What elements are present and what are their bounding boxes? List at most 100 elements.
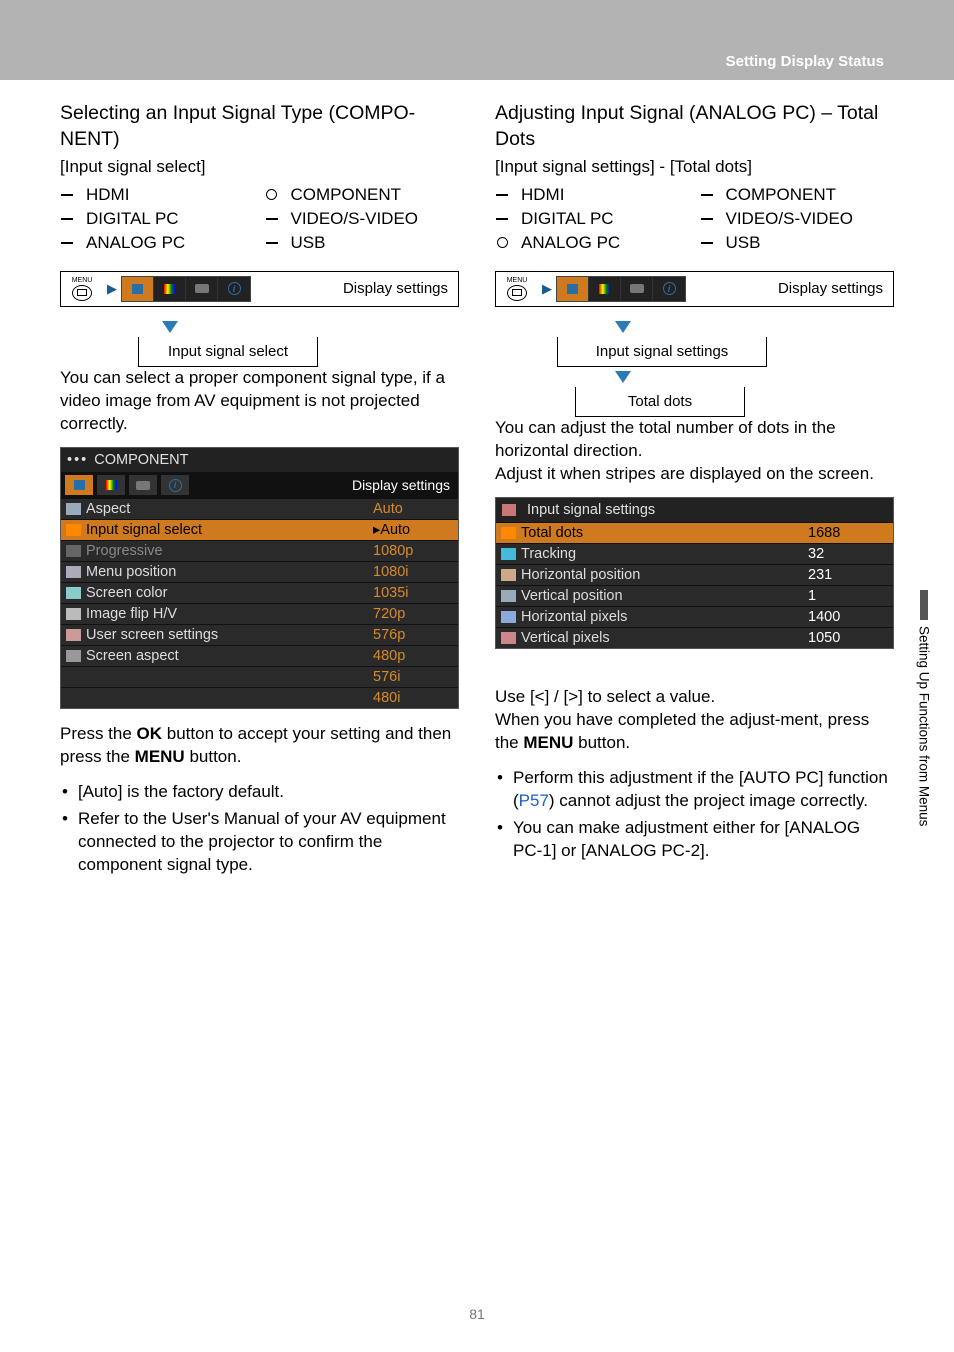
menu-button-icon: MENU <box>61 277 103 301</box>
dash-icon <box>60 236 74 250</box>
signal-option: VIDEO/S-VIDEO <box>265 209 460 229</box>
menu-row: Progressive1080p <box>61 540 458 561</box>
chevron-right-icon: ▶ <box>542 281 552 297</box>
row-label: Vertical pixels <box>521 630 808 646</box>
row-icon <box>66 629 81 641</box>
side-tab-marker <box>920 590 928 620</box>
row-value: Auto <box>373 501 453 517</box>
row-label: Horizontal pixels <box>521 609 808 625</box>
menu-row: Input signal select▸Auto <box>61 519 458 540</box>
row-value: 1400 <box>808 609 888 625</box>
row-icon <box>501 548 516 560</box>
row-icon <box>66 566 81 578</box>
row-label: Input signal select <box>86 522 373 538</box>
nav-label: Display settings <box>686 280 893 297</box>
arrow-down-icon <box>615 321 631 333</box>
nav-diagram-right: MENU ▶ i Display settings Input signal s… <box>495 271 894 417</box>
menu-row: Horizontal pixels1400 <box>496 606 893 627</box>
row-icon <box>501 527 516 539</box>
row-icon <box>501 590 516 602</box>
right-column: Adjusting Input Signal (ANALOG PC) – Tot… <box>495 100 894 1292</box>
dash-icon <box>700 236 714 250</box>
nav-sub-box: Input signal settings <box>557 337 767 367</box>
row-label: Screen color <box>86 585 373 601</box>
menu-row: Vertical position1 <box>496 585 893 606</box>
row-icon <box>66 545 81 557</box>
dash-icon <box>495 188 509 202</box>
row-value: 231 <box>808 567 888 583</box>
menu-row: 480i <box>61 687 458 708</box>
row-label: User screen settings <box>86 627 373 643</box>
signal-label: VIDEO/S-VIDEO <box>291 209 419 229</box>
row-value: 1050 <box>808 630 888 646</box>
right-title: Adjusting Input Signal (ANALOG PC) – Tot… <box>495 100 894 153</box>
row-value: 576i <box>373 669 453 685</box>
signal-option: HDMI <box>60 185 255 205</box>
row-label: Horizontal position <box>521 567 808 583</box>
row-icon <box>501 632 516 644</box>
list-item: Perform this adjustment if the [AUTO PC]… <box>495 767 894 813</box>
menu-row: Screen color1035i <box>61 582 458 603</box>
signal-label: HDMI <box>521 185 564 205</box>
row-value: 1035i <box>373 585 453 601</box>
menu-row: Horizontal position231 <box>496 564 893 585</box>
row-icon <box>501 611 516 623</box>
arrow-down-icon <box>615 371 631 383</box>
dash-icon <box>495 212 509 226</box>
row-icon <box>66 587 81 599</box>
signal-option: COMPONENT <box>700 185 895 205</box>
row-label: Vertical position <box>521 588 808 604</box>
dash-icon <box>700 188 714 202</box>
signal-grid-right: HDMI COMPONENT DIGITAL PC VIDEO/S-VIDEO ANAL… <box>495 185 894 253</box>
list-item: Refer to the User's Manual of your AV eq… <box>60 808 459 877</box>
signal-label: COMPONENT <box>291 185 402 205</box>
dash-icon <box>265 236 279 250</box>
signal-option: DIGITAL PC <box>495 209 690 229</box>
row-icon <box>501 569 516 581</box>
row-value: 480p <box>373 648 453 664</box>
row-icon <box>66 608 81 620</box>
nav-diagram-left: MENU ▶ i Display settings Input signal s… <box>60 271 459 367</box>
menu-row: Tracking32 <box>496 543 893 564</box>
section-title: Setting Display Status <box>726 53 884 70</box>
paragraph: You can adjust the total number of dots … <box>495 417 894 486</box>
row-label: Aspect <box>86 501 373 517</box>
nav-label: Display settings <box>251 280 458 297</box>
row-label: Total dots <box>521 525 808 541</box>
row-label: Screen aspect <box>86 648 373 664</box>
left-title: Selecting an Input Signal Type (COMPO-NE… <box>60 100 459 153</box>
row-value: 1080i <box>373 564 453 580</box>
dash-icon <box>60 188 74 202</box>
bullet-list: Perform this adjustment if the [AUTO PC]… <box>495 767 894 863</box>
signal-option: VIDEO/S-VIDEO <box>700 209 895 229</box>
right-subhead: [Input signal settings] - [Total dots] <box>495 157 894 177</box>
menu-row: User screen settings576p <box>61 624 458 645</box>
row-value: 720p <box>373 606 453 622</box>
signal-option: ANALOG PC <box>60 233 255 253</box>
row-value: 1 <box>808 588 888 604</box>
page-link[interactable]: P57 <box>519 791 549 810</box>
dash-icon <box>265 212 279 226</box>
signal-grid-left: HDMI COMPONENT DIGITAL PC VIDEO/S-VIDEO ANAL… <box>60 185 459 253</box>
list-item: You can make adjustment either for [ANAL… <box>495 817 894 863</box>
menu-row: Image flip H/V720p <box>61 603 458 624</box>
signal-label: ANALOG PC <box>521 233 620 253</box>
menu-screenshot-right: Input signal settings Total dots1688Trac… <box>495 497 894 649</box>
signal-label: VIDEO/S-VIDEO <box>726 209 854 229</box>
left-subhead: [Input signal select] <box>60 157 459 177</box>
radio-selected-icon <box>265 188 279 202</box>
signal-option: USB <box>700 233 895 253</box>
dash-icon <box>700 212 714 226</box>
menu-row: Total dots1688 <box>496 522 893 543</box>
radio-selected-icon <box>495 236 509 250</box>
nav-sub-box: Total dots <box>575 387 745 417</box>
row-label: Menu position <box>86 564 373 580</box>
menu-row: Menu position1080i <box>61 561 458 582</box>
dash-icon <box>60 212 74 226</box>
row-label: Tracking <box>521 546 808 562</box>
signal-option: DIGITAL PC <box>60 209 255 229</box>
nav-sub-box: Input signal select <box>138 337 318 367</box>
menu-row: Screen aspect480p <box>61 645 458 666</box>
row-value: ▸Auto <box>373 522 453 538</box>
row-icon <box>66 650 81 662</box>
